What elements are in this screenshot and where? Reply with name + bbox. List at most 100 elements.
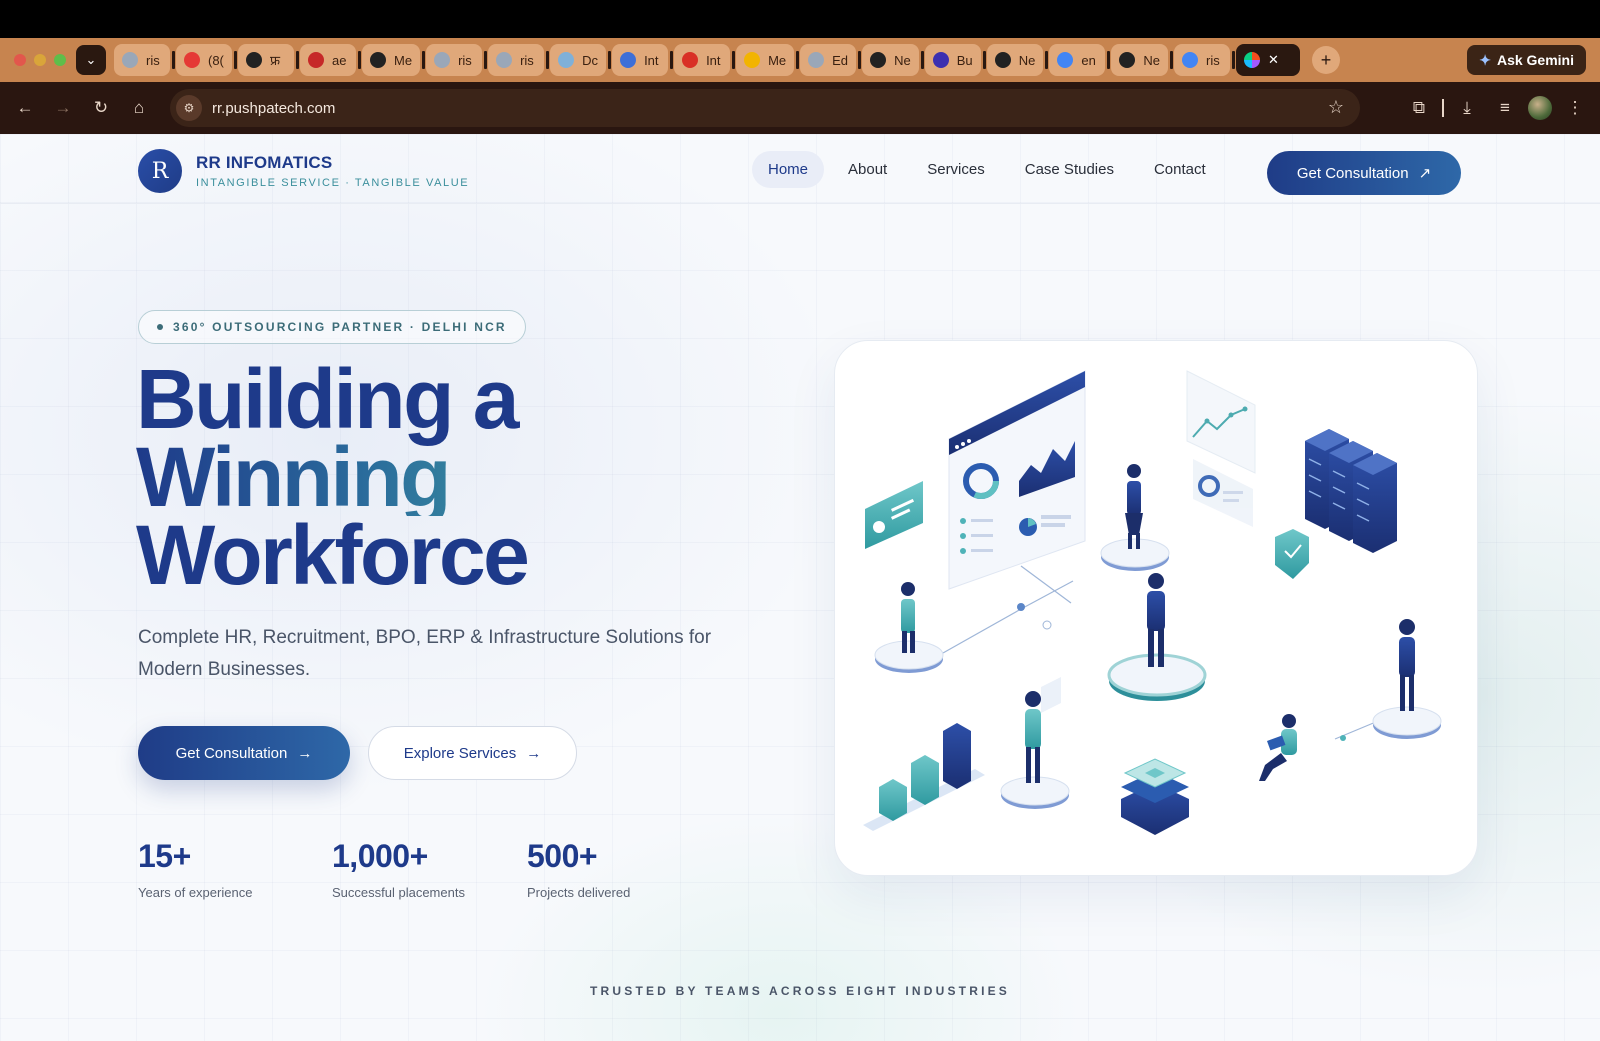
browser-tab[interactable]: ris xyxy=(114,44,175,76)
plus-icon: + xyxy=(1320,49,1332,70)
connector-node xyxy=(1017,603,1025,611)
badge-dot-icon xyxy=(157,324,163,330)
headline-line-2: Winning xyxy=(136,435,527,519)
stat-label: Successful placements xyxy=(332,885,465,900)
get-consultation-button[interactable]: Get Consultation → xyxy=(138,726,350,780)
brand[interactable]: R RR INFOMATICS INTANGIBLE SERVICE · TAN… xyxy=(138,149,469,193)
pdf-icon xyxy=(308,52,324,68)
youtube-icon xyxy=(184,52,200,68)
url-text[interactable]: rr.pushpatech.com xyxy=(212,100,335,117)
back-button[interactable]: ← xyxy=(6,89,44,127)
main-nav: Home About Services Case Studies Contact xyxy=(752,151,1230,188)
close-tab-icon[interactable]: ✕ xyxy=(1268,52,1279,68)
ask-gemini-button[interactable]: ✦ Ask Gemini xyxy=(1467,45,1586,75)
person-platform-bottom xyxy=(1000,677,1070,809)
nav-case-studies[interactable]: Case Studies xyxy=(1009,151,1130,188)
browser-tab[interactable]: Me xyxy=(362,44,426,76)
browser-tab[interactable]: Ne xyxy=(862,44,924,76)
active-tab[interactable]: ✕ xyxy=(1236,44,1300,76)
layers-stack-icon xyxy=(1121,758,1189,835)
bookmark-star-icon[interactable]: ☆ xyxy=(1328,97,1344,118)
kebab-menu-icon: ⋮ xyxy=(1566,98,1584,117)
tab-label: Ne xyxy=(1143,52,1160,68)
browser-tab[interactable]: ae xyxy=(300,44,361,76)
address-bar[interactable]: ⚙ rr.pushpatech.com ☆ xyxy=(170,89,1360,127)
arrow-up-right-icon: ↗ xyxy=(1418,165,1432,182)
browser-tab-strip: ⌄ ris (8(फ्र ae Me ris ris Dc Int Int Me Ed Ne Bu Ne e… xyxy=(0,38,1600,82)
tab-label: Dc xyxy=(582,52,598,68)
floating-chart-panel xyxy=(1186,370,1256,527)
arrow-left-icon: ← xyxy=(16,98,34,117)
nav-home[interactable]: Home xyxy=(752,151,825,188)
downloads-button[interactable]: ⤓ xyxy=(1452,89,1482,127)
hero-stats: 15+ Years of experience 1,000+ Successfu… xyxy=(138,838,630,900)
browser-toolbar: ← → ↻ ⌂ ⚙ rr.pushpatech.com ☆ ⧉ ⤓ ≡ ⋮ xyxy=(0,82,1600,134)
explore-services-button[interactable]: Explore Services → xyxy=(368,726,577,780)
browser-tab[interactable]: Dc xyxy=(550,44,612,76)
browser-tab[interactable]: Int xyxy=(674,44,736,76)
tab-label: Me xyxy=(768,52,787,68)
tab-search-button[interactable]: ⌄ xyxy=(76,45,106,75)
header-consultation-button[interactable]: Get Consultation ↗ xyxy=(1267,151,1461,195)
reading-list-button[interactable]: ≡ xyxy=(1490,89,1520,127)
browser-tab[interactable]: ris xyxy=(488,44,550,76)
browser-menu-button[interactable]: ⋮ xyxy=(1560,89,1590,127)
site-info-button[interactable]: ⚙ xyxy=(176,95,202,121)
window-controls xyxy=(14,54,66,66)
stat-value: 500+ xyxy=(527,838,598,874)
nav-contact[interactable]: Contact xyxy=(1138,151,1222,188)
tab-label: Bu xyxy=(956,52,973,68)
browser-tab[interactable]: Bu xyxy=(924,44,986,76)
openai-icon xyxy=(870,52,887,68)
browser-tab[interactable]: Ne xyxy=(1111,44,1173,76)
hero-subtext: Complete HR, Recruitment, BPO, ERP & Inf… xyxy=(138,627,712,680)
shield-icon xyxy=(1275,529,1309,579)
browser-tab[interactable]: (8( xyxy=(176,44,237,76)
docs-icon xyxy=(558,52,575,68)
forward-button[interactable]: → xyxy=(44,89,82,127)
google-icon xyxy=(1057,52,1074,68)
browser-tab[interactable]: फ्र xyxy=(238,44,299,76)
bar-chart-icon xyxy=(863,723,985,831)
arrow-right-icon: → xyxy=(297,744,313,762)
tab-label: ris xyxy=(146,52,160,68)
tab-label: Ne xyxy=(1018,52,1036,68)
maximize-window-button[interactable] xyxy=(54,54,66,66)
extensions-button[interactable]: ⧉ xyxy=(1404,89,1434,127)
puzzle-icon: ⧉ xyxy=(1412,98,1426,117)
ask-gemini-label: Ask Gemini xyxy=(1496,52,1574,68)
isometric-workforce-illustration xyxy=(863,370,1442,835)
browser-tab[interactable]: Ed xyxy=(800,44,862,76)
browser-tab[interactable]: ris xyxy=(1174,44,1235,76)
profile-avatar[interactable] xyxy=(1528,96,1552,120)
nav-about[interactable]: About xyxy=(832,151,903,188)
dashboard-monitor xyxy=(948,370,1086,590)
server-rack-icon xyxy=(1305,429,1397,553)
playlist-icon: ≡ xyxy=(1500,98,1510,117)
nav-services[interactable]: Services xyxy=(911,151,1001,188)
id-card-icon xyxy=(865,481,923,549)
reload-button[interactable]: ↻ xyxy=(82,89,120,127)
new-tab-button[interactable]: + xyxy=(1312,46,1340,74)
headline-line-3: Workforce xyxy=(136,508,530,602)
stat-experience: 15+ Years of experience xyxy=(138,838,332,900)
download-icon: ⤓ xyxy=(1463,98,1471,117)
browser-tab[interactable]: Ne xyxy=(986,44,1048,76)
figma-icon xyxy=(1244,52,1260,68)
tab-label: (8( xyxy=(208,52,224,68)
hero-illustration-card xyxy=(834,340,1478,876)
toolbar-actions: ⧉ ⤓ ≡ ⋮ xyxy=(1404,89,1590,127)
browser-tab[interactable]: Int xyxy=(612,44,674,76)
minimize-window-button[interactable] xyxy=(34,54,46,66)
browser-tab[interactable]: ris xyxy=(426,44,488,76)
browser-tab[interactable]: en xyxy=(1049,44,1111,76)
home-button[interactable]: ⌂ xyxy=(120,89,158,127)
google-icon xyxy=(1182,52,1198,68)
get-consultation-label: Get Consultation xyxy=(175,744,288,762)
connector-node xyxy=(1340,735,1346,741)
openai-icon xyxy=(370,52,386,68)
hero-headline: Building a Winning Workforce xyxy=(136,357,530,602)
browser-tab[interactable]: Me xyxy=(736,44,800,76)
toolbar-divider xyxy=(1442,99,1444,117)
close-window-button[interactable] xyxy=(14,54,26,66)
